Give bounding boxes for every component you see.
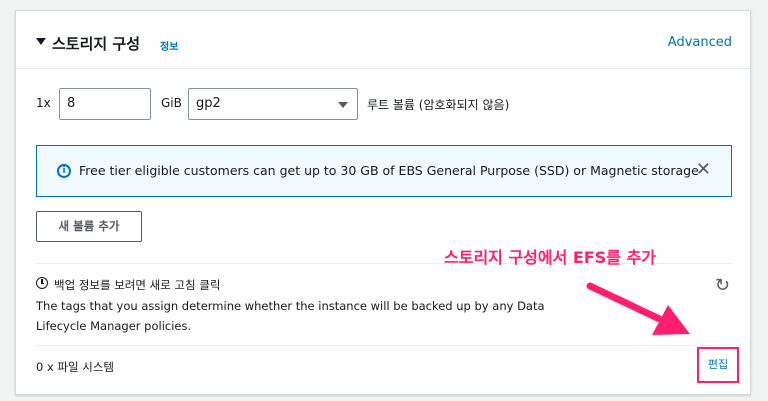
section-title: 스토리지 구성 — [52, 35, 141, 53]
info-link[interactable]: 정보 — [160, 38, 178, 53]
add-volume-button[interactable]: 새 볼륨 추가 — [36, 211, 142, 242]
divider — [36, 345, 732, 346]
clock-icon — [36, 277, 48, 289]
caret-down-icon[interactable] — [36, 38, 46, 45]
free-tier-alert: i Free tier eligible customers can get u… — [36, 145, 732, 197]
edit-highlight-box: 편집 — [697, 347, 739, 383]
advanced-link[interactable]: Advanced — [668, 35, 732, 50]
volume-count-label: 1x — [36, 96, 51, 110]
panel-header[interactable]: 스토리지 구성 정보 Advanced — [16, 11, 750, 69]
file-systems-label: 0 x 파일 시스템 — [36, 360, 114, 374]
backup-info-title: 백업 정보를 보려면 새로 고침 클릭 — [54, 278, 221, 292]
backup-info-description: The tags that you assign determine wheth… — [36, 299, 545, 333]
volume-type-select[interactable]: gp2 — [188, 88, 358, 120]
storage-config-panel: 스토리지 구성 정보 Advanced 1x 8 GiB gp2 루트 볼륨 (… — [15, 10, 751, 395]
volume-size-unit: GiB — [161, 96, 182, 110]
alert-text: Free tier eligible customers can get up … — [79, 163, 699, 178]
chevron-down-icon — [338, 102, 348, 108]
edit-file-systems-link[interactable]: 편집 — [699, 349, 737, 381]
info-icon: i — [57, 164, 71, 178]
close-icon[interactable]: ✕ — [696, 159, 711, 180]
volume-description: 루트 볼륨 (암호화되지 않음) — [367, 98, 510, 112]
refresh-icon[interactable]: ↻ — [715, 277, 730, 295]
annotation-text: 스토리지 구성에서 EFS를 추가 — [444, 248, 657, 267]
volume-size-input[interactable]: 8 — [59, 88, 151, 120]
volume-type-value: gp2 — [196, 96, 221, 111]
